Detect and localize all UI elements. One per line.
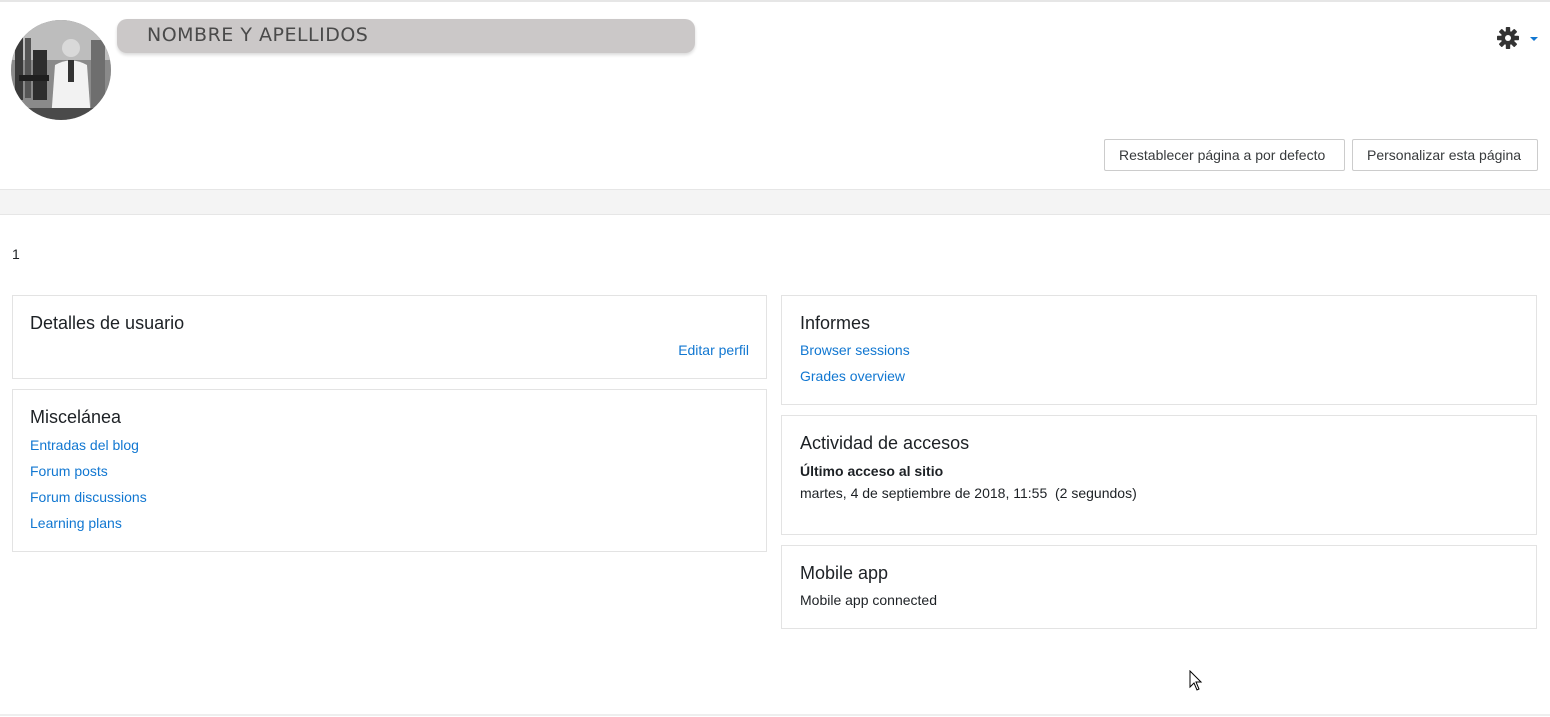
user-details-card: Detalles de usuario Editar perfil bbox=[12, 295, 767, 379]
reports-card: Informes Browser sessions Grades overvie… bbox=[781, 295, 1537, 405]
learning-plans-link[interactable]: Learning plans bbox=[30, 515, 122, 531]
grades-overview-link[interactable]: Grades overview bbox=[800, 368, 905, 384]
page-header: NOMBRE Y APELLIDOS Restablecer página a … bbox=[0, 2, 1550, 189]
reports-title: Informes bbox=[800, 313, 871, 333]
user-details-title: Detalles de usuario bbox=[30, 313, 185, 333]
user-full-name: NOMBRE Y APELLIDOS bbox=[147, 24, 369, 46]
avatar-photo-icon bbox=[11, 20, 111, 120]
forum-discussions-link[interactable]: Forum discussions bbox=[30, 489, 147, 505]
mobile-app-title: Mobile app bbox=[800, 563, 889, 583]
navigation-band bbox=[0, 189, 1550, 215]
caret-down-icon bbox=[1530, 37, 1538, 41]
last-access-label: Último acceso al sitio bbox=[800, 463, 944, 479]
edit-profile-link[interactable]: Editar perfil bbox=[678, 342, 749, 358]
mobile-app-card: Mobile app Mobile app connected bbox=[781, 545, 1537, 629]
last-access-value: martes, 4 de septiembre de 2018, 11:55 (… bbox=[800, 485, 1137, 501]
reset-page-button[interactable]: Restablecer página a por defecto bbox=[1104, 139, 1345, 171]
access-activity-title: Actividad de accesos bbox=[800, 433, 970, 453]
misc-title: Miscelánea bbox=[30, 407, 122, 427]
access-activity-card: Actividad de accesos Último acceso al si… bbox=[781, 415, 1537, 535]
forum-posts-link[interactable]: Forum posts bbox=[30, 463, 108, 479]
misc-card: Miscelánea Entradas del blog Forum posts… bbox=[12, 389, 767, 552]
profile-page: NOMBRE Y APELLIDOS Restablecer página a … bbox=[0, 0, 1550, 717]
blog-entries-link[interactable]: Entradas del blog bbox=[30, 437, 139, 453]
gear-icon bbox=[1497, 27, 1519, 49]
avatar[interactable] bbox=[11, 20, 111, 120]
mobile-app-status: Mobile app connected bbox=[800, 592, 937, 608]
page-number: 1 bbox=[12, 246, 20, 262]
customize-page-button[interactable]: Personalizar esta página bbox=[1352, 139, 1538, 171]
browser-sessions-link[interactable]: Browser sessions bbox=[800, 342, 910, 358]
user-name-banner: NOMBRE Y APELLIDOS bbox=[117, 19, 695, 53]
settings-menu[interactable] bbox=[1495, 25, 1541, 51]
bottom-divider bbox=[0, 714, 1550, 716]
mouse-pointer-icon bbox=[1189, 670, 1203, 691]
